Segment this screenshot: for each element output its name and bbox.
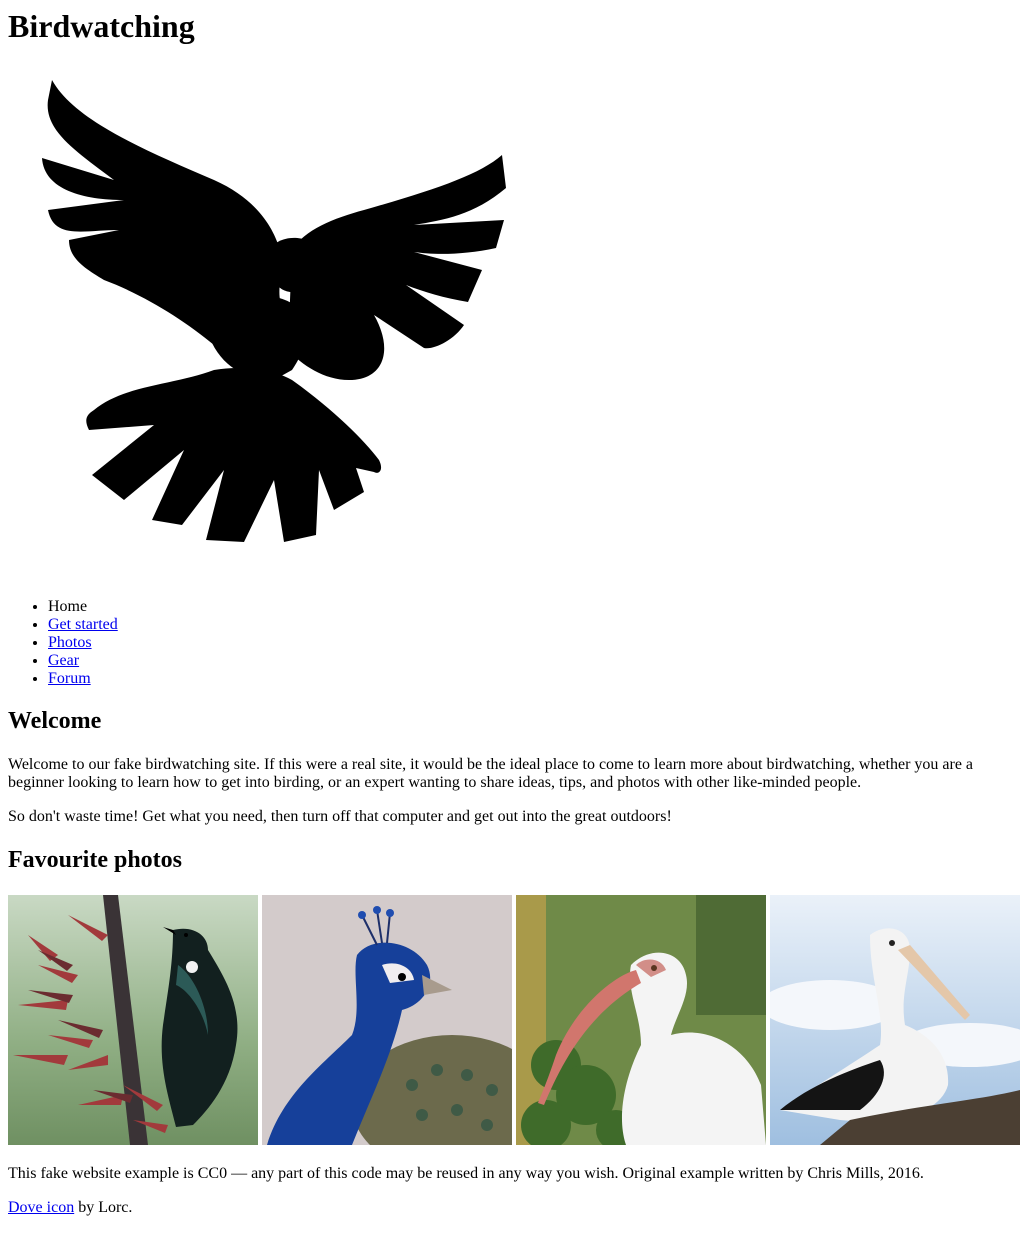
nav-item-photos: Photos [48,634,1028,652]
nav-link-get-started[interactable]: Get started [48,616,118,633]
nav-link-gear[interactable]: Gear [48,652,79,669]
tui-photo [8,895,258,1145]
license-text: This fake website example is CC0 — any p… [8,1165,924,1182]
welcome-heading: Welcome [8,708,102,734]
credit-author: by Lorc. [74,1199,133,1216]
peacock-photo [262,895,512,1145]
nav-link-photos[interactable]: Photos [48,634,92,651]
main-nav: Home Get started Photos Gear Forum [8,598,1028,688]
nav-home-label: Home [48,598,88,615]
welcome-intro: Welcome to our fake birdwatching site. I… [8,756,974,791]
favourites-heading: Favourite photos [8,847,182,873]
dove-icon [34,80,506,546]
nav-item-gear: Gear [48,652,1028,670]
nav-item-get-started: Get started [48,616,1028,634]
welcome-cta: So don't waste time! Get what you need, … [8,808,672,825]
page-title: Birdwatching [8,8,195,44]
nav-item-forum: Forum [48,670,1028,688]
dove-icon-link[interactable]: Dove icon [8,1199,74,1216]
photo-gallery [8,895,1028,1145]
nav-item-home: Home [48,598,1028,616]
nav-link-forum[interactable]: Forum [48,670,91,687]
icon-credit: Dove icon by Lorc. [8,1199,1028,1217]
ibis-photo [516,895,766,1145]
pelican-photo [770,895,1020,1145]
